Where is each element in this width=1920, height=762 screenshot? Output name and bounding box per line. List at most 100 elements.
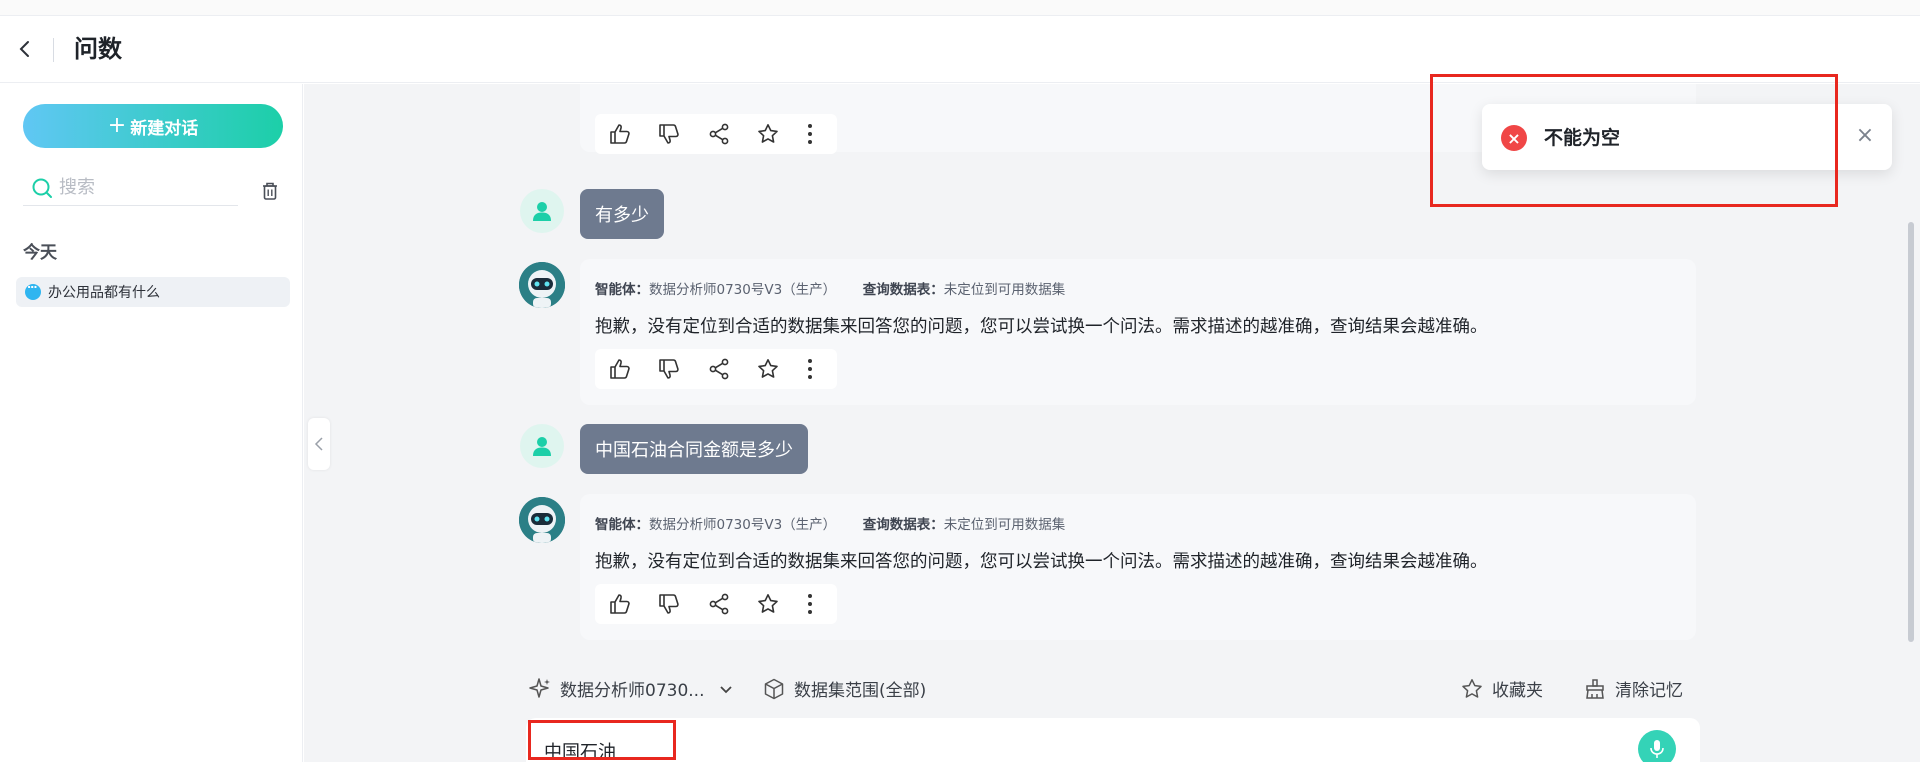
bot-avatar — [519, 497, 565, 543]
table-key: 查询数据表： — [862, 517, 944, 533]
thumbs-up-icon — [609, 594, 630, 614]
search-input[interactable] — [59, 177, 219, 198]
close-icon[interactable]: × — [1854, 125, 1876, 147]
star-icon — [1462, 678, 1482, 698]
like-button[interactable] — [605, 119, 635, 149]
user-avatar — [520, 189, 564, 233]
bot-answer: 抱歉，没有定位到合适的数据集来回答您的问题，您可以尝试换一个问法。需求描述的越准… — [595, 552, 1488, 572]
message-input[interactable]: 中国石油 — [544, 738, 616, 762]
user-icon — [533, 202, 551, 221]
dislike-button[interactable] — [655, 354, 685, 384]
chat-dot-icon — [25, 278, 41, 300]
share-icon — [709, 593, 729, 615]
mic-icon — [1650, 740, 1664, 758]
star-icon — [758, 594, 779, 613]
dataset-range-button[interactable]: 数据集范围(全部) — [762, 676, 926, 701]
toast-message: 不能为空 — [1544, 127, 1621, 149]
message-actions — [595, 584, 837, 624]
share-icon — [709, 123, 729, 145]
favorite-button[interactable] — [754, 589, 784, 619]
new-chat-button[interactable]: + 新建对话 — [23, 104, 283, 148]
message-actions — [595, 349, 837, 389]
more-icon — [808, 594, 813, 614]
agent-value: 数据分析师0730号V3（生产） — [649, 282, 837, 298]
sidebar: + 新建对话 今天 办公用品都有什么 — [0, 84, 303, 762]
share-button[interactable] — [704, 354, 734, 384]
table-key: 查询数据表： — [862, 282, 944, 298]
more-button[interactable] — [803, 354, 817, 384]
bot-answer: 抱歉，没有定位到合适的数据集来回答您的问题，您可以尝试换一个问法。需求描述的越准… — [595, 317, 1488, 337]
page-header: 问数 — [0, 16, 1920, 83]
bot-meta: 智能体：数据分析师0730号V3（生产） 查询数据表：未定位到可用数据集 — [595, 278, 1065, 298]
share-button[interactable] — [704, 589, 734, 619]
sparkle-icon — [529, 677, 550, 698]
dislike-button[interactable] — [655, 589, 685, 619]
page-title: 问数 — [74, 35, 122, 63]
clear-memory-label: 清除记忆 — [1615, 681, 1683, 701]
chevron-down-icon — [720, 685, 733, 693]
robot-icon — [519, 497, 565, 543]
user-message: 中国石油合同金额是多少 — [580, 424, 808, 474]
user-icon — [533, 437, 551, 456]
search-icon — [32, 178, 52, 198]
broom-icon — [1586, 678, 1604, 699]
header-divider — [53, 38, 54, 62]
star-icon — [758, 124, 779, 143]
favorite-button[interactable] — [754, 119, 784, 149]
share-icon — [709, 358, 729, 380]
collapse-sidebar-button[interactable] — [308, 418, 330, 470]
back-icon — [19, 41, 29, 57]
scrollbar-thumb[interactable] — [1908, 222, 1914, 642]
share-button[interactable] — [704, 119, 734, 149]
thumbs-up-icon — [609, 359, 630, 379]
error-toast: × 不能为空 × — [1482, 104, 1892, 170]
more-button[interactable] — [803, 589, 817, 619]
favorite-button[interactable] — [754, 354, 784, 384]
user-message: 有多少 — [580, 189, 664, 239]
trash-icon — [263, 182, 277, 200]
agent-key: 智能体： — [595, 282, 649, 298]
cube-icon — [764, 678, 784, 699]
agent-select-label: 数据分析师0730... — [560, 681, 705, 701]
clear-history-button[interactable] — [260, 180, 280, 202]
more-button[interactable] — [803, 119, 817, 149]
history-item[interactable]: 办公用品都有什么 — [16, 277, 290, 307]
composer-toolbar: 数据分析师0730... 数据集范围(全部) 收藏夹 清除记忆 — [304, 668, 1920, 708]
user-avatar — [520, 424, 564, 468]
bot-avatar — [519, 262, 565, 308]
thumbs-down-icon — [659, 359, 680, 379]
agent-value: 数据分析师0730号V3（生产） — [649, 517, 837, 533]
voice-input-button[interactable] — [1638, 730, 1676, 762]
favorites-label: 收藏夹 — [1492, 681, 1543, 701]
dislike-button[interactable] — [655, 119, 685, 149]
agent-select[interactable]: 数据分析师0730... — [528, 676, 734, 701]
plus-icon: + — [107, 113, 127, 138]
chat-main: 有多少 智能体：数据分析师0730号V3（生产） 查询数据表：未定位到可用数据集… — [304, 84, 1920, 762]
thumbs-up-icon — [609, 124, 630, 144]
section-today-label: 今天 — [23, 243, 57, 263]
dataset-range-label: 数据集范围(全部) — [794, 681, 927, 701]
message-input-box[interactable]: 中国石油 — [526, 718, 1700, 762]
star-icon — [758, 359, 779, 378]
back-button[interactable] — [14, 38, 36, 60]
clear-memory-button[interactable]: 清除记忆 — [1583, 676, 1683, 701]
table-value: 未定位到可用数据集 — [943, 282, 1066, 298]
window-top-strip — [0, 0, 1920, 16]
thumbs-down-icon — [659, 124, 680, 144]
search-box — [23, 170, 238, 206]
like-button[interactable] — [605, 589, 635, 619]
favorites-button[interactable]: 收藏夹 — [1460, 676, 1543, 701]
table-value: 未定位到可用数据集 — [943, 517, 1066, 533]
message-actions — [595, 114, 837, 154]
chevron-left-icon — [314, 437, 323, 451]
error-icon: × — [1501, 125, 1527, 151]
more-icon — [808, 124, 813, 144]
new-chat-label: 新建对话 — [130, 118, 199, 139]
more-icon — [808, 359, 813, 379]
robot-icon — [519, 262, 565, 308]
thumbs-down-icon — [659, 594, 680, 614]
bot-meta: 智能体：数据分析师0730号V3（生产） 查询数据表：未定位到可用数据集 — [595, 513, 1065, 533]
agent-key: 智能体： — [595, 517, 649, 533]
like-button[interactable] — [605, 354, 635, 384]
history-item-label: 办公用品都有什么 — [48, 285, 160, 301]
